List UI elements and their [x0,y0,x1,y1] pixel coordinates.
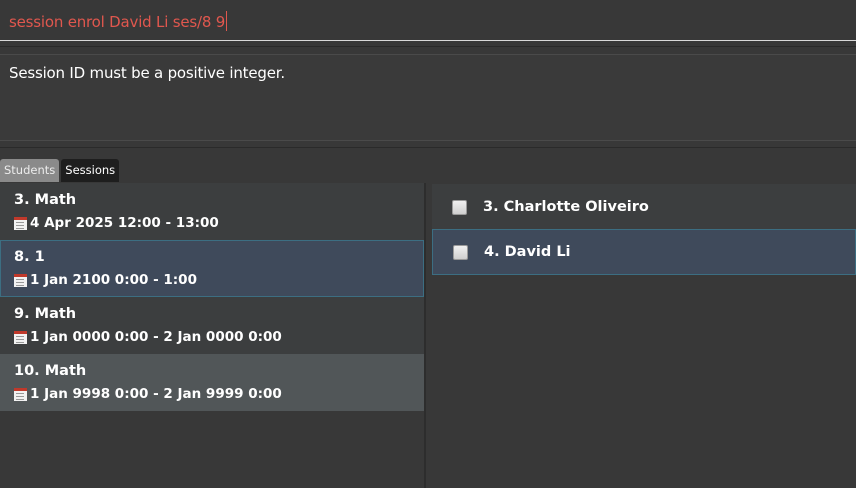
calendar-icon [14,216,27,230]
session-title: 9. Math [14,306,77,322]
session-list[interactable]: 3. Math 4 Apr 2025 12:00 - 13:00 8. 1 1 … [0,183,424,488]
attendance-checkbox[interactable] [452,199,467,215]
calendar-icon [14,387,27,401]
session-card[interactable]: 10. Math 1 Jan 9998 0:00 - 2 Jan 9999 0:… [0,354,424,411]
student-list[interactable]: 3. Charlotte Oliveiro 4. David Li [426,183,856,488]
session-time: 4 Apr 2025 12:00 - 13:00 [30,215,219,231]
result-message: Session ID must be a positive integer. [9,64,285,82]
session-card-selected[interactable]: 8. 1 1 Jan 2100 0:00 - 1:00 [0,240,424,297]
command-box[interactable]: session enrol David Li ses/8 9 [0,0,856,41]
separator-line [0,147,856,148]
session-time: 1 Jan 0000 0:00 - 2 Jan 0000 0:00 [30,329,282,345]
calendar-icon [14,273,27,287]
student-name: 4. David Li [484,244,571,260]
student-row[interactable]: 3. Charlotte Oliveiro [432,184,856,230]
calendar-icon [14,330,27,344]
session-card[interactable]: 3. Math 4 Apr 2025 12:00 - 13:00 [0,183,424,240]
session-title: 10. Math [14,363,87,379]
text-caret [226,11,228,31]
session-title: 3. Math [14,192,77,208]
student-row-selected[interactable]: 4. David Li [432,229,856,275]
student-name: 3. Charlotte Oliveiro [483,199,649,215]
tab-bar: Students Sessions [0,159,121,183]
session-card[interactable]: 9. Math 1 Jan 0000 0:00 - 2 Jan 0000 0:0… [0,297,424,354]
separator-line [0,46,856,47]
attendance-checkbox[interactable] [453,244,468,260]
session-title: 8. 1 [14,249,45,265]
session-time: 1 Jan 2100 0:00 - 1:00 [30,272,197,288]
tab-students[interactable]: Students [0,159,60,182]
result-display: Session ID must be a positive integer. [0,54,856,141]
command-input-text: session enrol David Li ses/8 9 [9,13,226,31]
tab-sessions[interactable]: Sessions [61,159,120,182]
command-input[interactable]: session enrol David Li ses/8 9 [9,11,228,31]
session-time: 1 Jan 9998 0:00 - 2 Jan 9999 0:00 [30,386,282,402]
